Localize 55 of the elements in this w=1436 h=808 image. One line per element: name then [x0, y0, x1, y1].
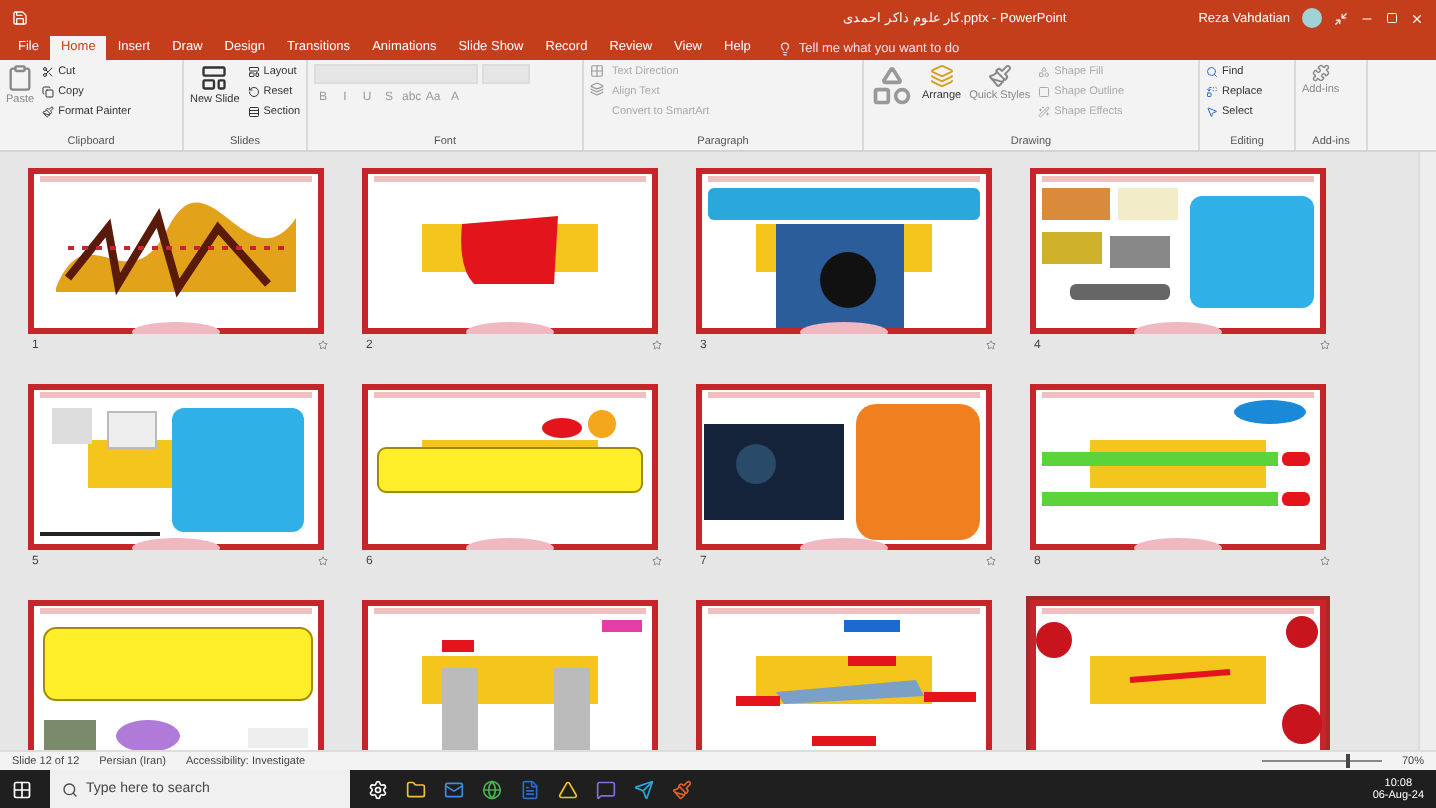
layers-icon	[929, 64, 954, 88]
slide-thumbnail[interactable]	[1030, 600, 1326, 750]
scissors-icon	[42, 66, 55, 78]
start-icon[interactable]	[12, 779, 32, 799]
slide-thumbnail[interactable]	[1030, 168, 1326, 334]
slide-thumbnail[interactable]	[696, 384, 992, 550]
search-icon	[1206, 66, 1218, 78]
restore-icon[interactable]	[1386, 12, 1398, 24]
close-icon[interactable]	[1410, 11, 1424, 25]
transition-star-icon	[318, 556, 328, 566]
slide-thumbnail[interactable]	[362, 600, 658, 750]
transition-star-icon	[652, 556, 662, 566]
transition-star-icon	[986, 340, 996, 350]
effects-icon	[1038, 106, 1051, 118]
slide-thumbnail[interactable]	[362, 384, 658, 550]
slide-thumbnail[interactable]	[696, 168, 992, 334]
paintbrush-icon	[987, 64, 1012, 88]
transition-star-icon	[652, 340, 662, 350]
transition-star-icon	[318, 340, 328, 350]
settings-icon[interactable]	[368, 779, 388, 799]
slide-thumbnail[interactable]	[28, 600, 324, 750]
slide-layout-icon	[200, 64, 229, 92]
pointer-icon	[1206, 106, 1218, 118]
reset-icon	[247, 86, 260, 98]
clipboard-icon	[6, 64, 35, 92]
save-icon[interactable]	[12, 10, 28, 26]
mail-icon[interactable]	[444, 779, 464, 799]
send-icon[interactable]	[634, 779, 654, 799]
zoom-slider-thumb[interactable]	[1346, 754, 1351, 768]
browser-icon[interactable]	[482, 779, 502, 799]
slide-thumbnail[interactable]	[1030, 384, 1326, 550]
scrollbar[interactable]	[1418, 152, 1436, 750]
transition-star-icon	[986, 556, 996, 566]
lightbulb-icon	[778, 41, 793, 55]
puzzle-icon	[1311, 64, 1330, 82]
paintbrush-icon	[42, 106, 55, 118]
document-icon[interactable]	[520, 779, 540, 799]
slide-thumbnail[interactable]	[28, 168, 324, 334]
replace-icon	[1206, 86, 1218, 98]
search-icon	[62, 781, 78, 797]
user-avatar[interactable]	[1302, 8, 1322, 28]
triangle-icon[interactable]	[558, 779, 578, 799]
folder-icon[interactable]	[406, 779, 426, 799]
slide-thumbnail[interactable]	[362, 168, 658, 334]
layout-icon	[247, 66, 260, 78]
transition-star-icon	[1320, 340, 1330, 350]
shapes-icon	[1038, 66, 1051, 78]
outline-icon	[1038, 86, 1051, 98]
section-icon	[247, 106, 260, 118]
chat-icon[interactable]	[596, 779, 616, 799]
copy-icon	[42, 86, 55, 98]
slide-thumbnail[interactable]	[28, 384, 324, 550]
slide-thumbnail[interactable]	[696, 600, 992, 750]
transition-star-icon	[1320, 556, 1330, 566]
shapes-gallery-icon[interactable]	[870, 64, 914, 108]
